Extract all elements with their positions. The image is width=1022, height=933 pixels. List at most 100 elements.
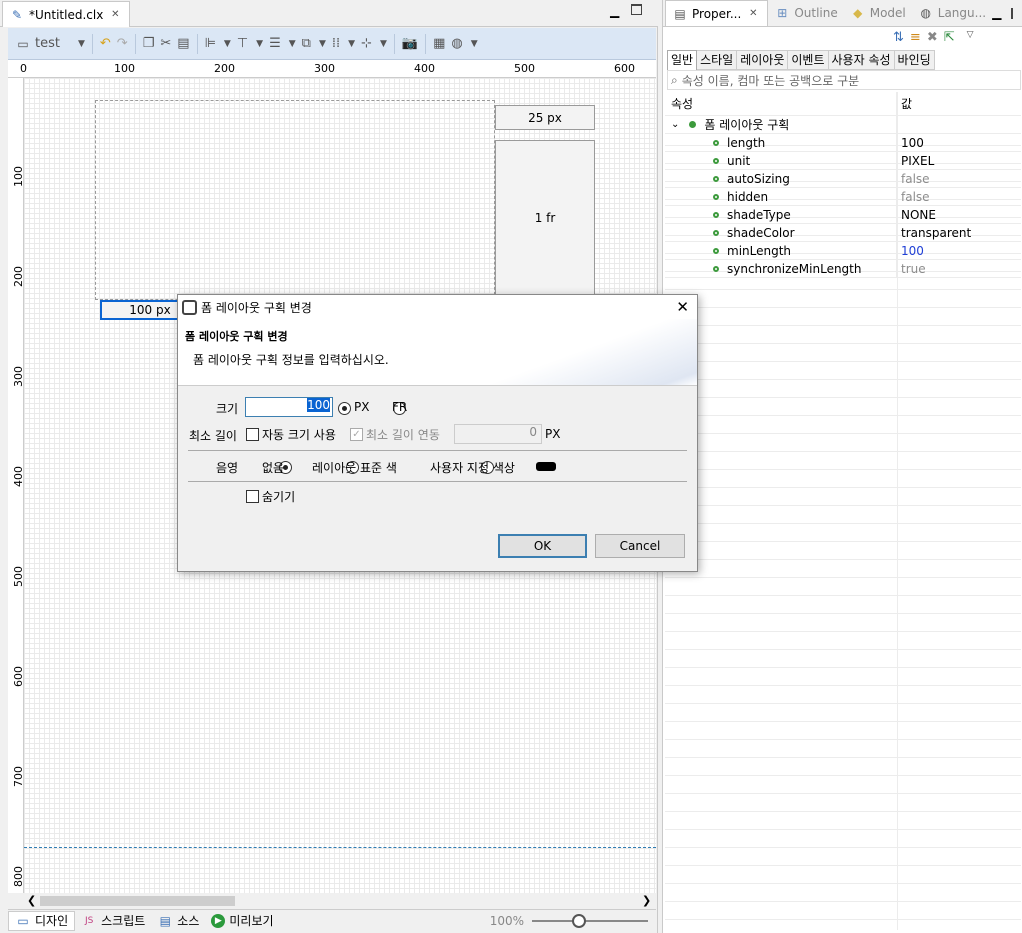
property-value[interactable]: false bbox=[897, 188, 1021, 205]
scroll-right-icon[interactable]: ❯ bbox=[642, 894, 651, 907]
globe-icon[interactable]: ◍ ▼ bbox=[448, 32, 480, 56]
copy-button[interactable]: ❐ bbox=[140, 32, 158, 56]
ruler-label: 600 bbox=[614, 62, 635, 75]
property-row[interactable]: minLength 100 bbox=[665, 242, 1021, 260]
property-row[interactable]: autoSizing false bbox=[665, 170, 1021, 188]
close-icon[interactable]: ✕ bbox=[745, 6, 761, 22]
tab-model[interactable]: ◆ Model bbox=[844, 0, 912, 26]
paste-button[interactable]: ▤ bbox=[174, 32, 192, 56]
header-name: 속성 bbox=[665, 92, 897, 115]
close-icon[interactable]: ✕ bbox=[676, 298, 689, 316]
property-value[interactable]: 100 bbox=[897, 134, 1021, 151]
maximize-icon[interactable] bbox=[1011, 7, 1014, 19]
align-left-button[interactable]: ⊫ ▼ bbox=[202, 32, 234, 56]
group-name-cell: ⌄ 폼 레이아웃 구획 bbox=[665, 116, 897, 133]
ruler-label: 500 bbox=[514, 62, 535, 75]
app-selector[interactable]: ▭ test ▼ bbox=[12, 32, 88, 56]
form-layout-area[interactable] bbox=[95, 100, 495, 300]
property-row[interactable]: shadeColor transparent bbox=[665, 224, 1021, 242]
qr-icon[interactable]: ▦ bbox=[430, 32, 448, 56]
anchor-button[interactable]: ⊹ ▼ bbox=[358, 32, 390, 56]
spacing-button[interactable]: ⁞⁞ ▼ bbox=[329, 32, 358, 56]
color-swatch[interactable] bbox=[536, 462, 556, 471]
minimize-icon[interactable]: ▁ bbox=[992, 6, 1001, 20]
subtab-event[interactable]: 이벤트 bbox=[788, 50, 829, 70]
min-length-input[interactable]: 0 bbox=[454, 424, 542, 444]
cut-button[interactable]: ✂ bbox=[157, 32, 174, 56]
property-name-cell: length bbox=[665, 134, 897, 151]
chevron-down-icon[interactable]: ⌄ bbox=[671, 119, 679, 130]
property-table: 속성 값 ⌄ 폼 레이아웃 구획 length 100 unit PIXEL autoS… bbox=[665, 92, 1021, 930]
horizontal-scrollbar[interactable]: ❮ ❯ bbox=[24, 893, 656, 909]
camera-icon[interactable]: 📷 bbox=[399, 32, 421, 56]
zoom-slider[interactable] bbox=[532, 913, 648, 928]
close-icon[interactable]: ✕ bbox=[107, 7, 123, 23]
subtab-general[interactable]: 일반 bbox=[667, 50, 698, 70]
min-sync-checkbox[interactable]: ✓ bbox=[350, 428, 363, 441]
subtab-style[interactable]: 스타일 bbox=[697, 50, 738, 70]
view-menu-icon[interactable]: ▽ bbox=[967, 30, 974, 50]
property-name: length bbox=[727, 135, 766, 150]
property-row[interactable]: shadeType NONE bbox=[665, 206, 1021, 224]
property-name: minLength bbox=[727, 243, 792, 258]
min-length-value: 0 bbox=[529, 425, 537, 439]
tab-preview[interactable]: ▶ 미리보기 bbox=[205, 911, 279, 931]
group-button[interactable]: ⧉ ▼ bbox=[299, 32, 329, 56]
clx-file-icon: ✎ bbox=[11, 7, 23, 22]
property-dot-icon bbox=[713, 139, 719, 146]
align-top-button[interactable]: ⊤ ▼ bbox=[234, 32, 266, 56]
unit-px-radio[interactable] bbox=[338, 402, 351, 415]
redo-button[interactable]: ↷ bbox=[114, 32, 131, 56]
distribute-button[interactable]: ☰ ▼ bbox=[266, 32, 299, 56]
property-value[interactable]: true bbox=[897, 260, 1021, 277]
ok-button[interactable]: OK bbox=[498, 534, 587, 558]
property-name-cell: unit bbox=[665, 152, 897, 169]
tab-design[interactable]: ▭ 디자인 bbox=[8, 910, 76, 931]
cancel-button[interactable]: Cancel bbox=[595, 534, 685, 558]
property-dot-icon bbox=[713, 193, 719, 200]
property-row[interactable]: synchronizeMinLength true bbox=[665, 260, 1021, 278]
chevron-down-icon: ▼ bbox=[77, 38, 85, 49]
property-dot-icon bbox=[713, 211, 719, 218]
tab-language-label: Langu... bbox=[937, 6, 987, 20]
subtab-binding[interactable]: 바인딩 bbox=[894, 50, 935, 70]
delete-icon[interactable]: ✖ bbox=[927, 30, 938, 50]
row-header-1fr[interactable]: 1 fr bbox=[495, 140, 595, 295]
group-row[interactable]: ⌄ 폼 레이아웃 구획 bbox=[665, 116, 1021, 134]
tab-script[interactable]: JS 스크립트 bbox=[75, 911, 151, 931]
size-input[interactable]: 100 bbox=[245, 397, 333, 417]
undo-button[interactable]: ↶ bbox=[97, 32, 114, 56]
filter-icon[interactable]: ≡ bbox=[910, 30, 921, 50]
property-value[interactable]: 100 bbox=[897, 242, 1021, 259]
minimize-icon[interactable]: ▁ bbox=[610, 4, 619, 18]
auto-size-checkbox[interactable] bbox=[246, 428, 259, 441]
scrollbar-thumb[interactable] bbox=[40, 896, 235, 906]
tab-properties[interactable]: ▤ Proper... ✕ bbox=[665, 0, 769, 26]
maximize-icon[interactable] bbox=[631, 4, 642, 15]
dialog-divider bbox=[188, 481, 687, 482]
property-value[interactable]: transparent bbox=[897, 224, 1021, 241]
row-header-label: 1 fr bbox=[534, 210, 556, 225]
export-icon[interactable]: ⇱ bbox=[944, 30, 955, 50]
property-search[interactable]: ⌕ 속성 이름, 컴마 또는 공백으로 구분 bbox=[667, 70, 1021, 90]
hide-checkbox[interactable] bbox=[246, 490, 259, 503]
sort-az-icon[interactable]: ⇅ bbox=[893, 30, 904, 50]
tab-outline[interactable]: ⊞ Outline bbox=[768, 0, 843, 26]
property-value[interactable]: PIXEL bbox=[897, 152, 1021, 169]
editor-tab[interactable]: ✎ *Untitled.clx ✕ bbox=[2, 1, 131, 27]
subtab-layout[interactable]: 레이아웃 bbox=[737, 50, 789, 70]
property-row[interactable]: unit PIXEL bbox=[665, 152, 1021, 170]
zoom-slider-handle[interactable] bbox=[572, 913, 586, 928]
property-value[interactable]: NONE bbox=[897, 206, 1021, 223]
tab-source[interactable]: ▤ 소스 bbox=[151, 911, 205, 931]
search-icon: ⌕ bbox=[671, 72, 678, 87]
property-value[interactable]: false bbox=[897, 170, 1021, 187]
column-header-25px[interactable]: 25 px bbox=[495, 105, 595, 130]
property-row[interactable]: length 100 bbox=[665, 134, 1021, 152]
properties-panel: ▤ Proper... ✕ ⊞ Outline ◆ Model ◍ Langu... ▁ … bbox=[662, 0, 1022, 933]
property-row[interactable]: hidden false bbox=[665, 188, 1021, 206]
subtab-user-attr[interactable]: 사용자 속성 bbox=[828, 50, 895, 70]
toolbar-separator bbox=[134, 33, 136, 54]
scroll-left-icon[interactable]: ❮ bbox=[27, 894, 36, 907]
tab-language[interactable]: ◍ Langu... bbox=[912, 0, 992, 26]
